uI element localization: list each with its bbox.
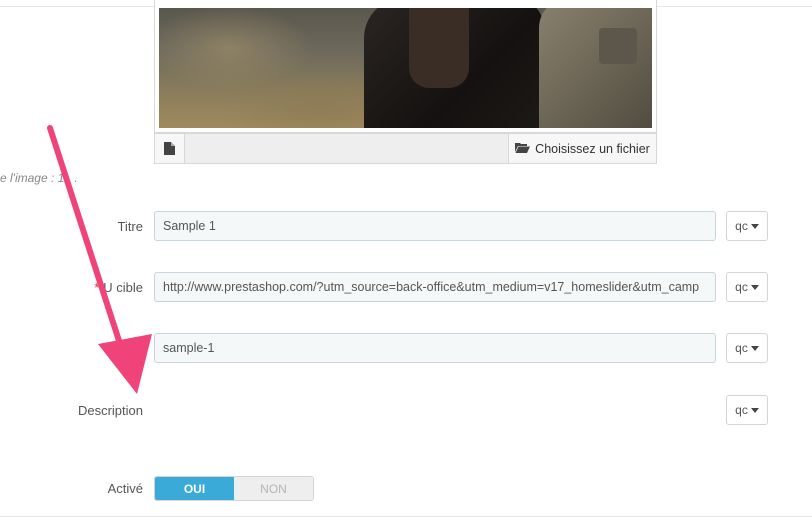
caret-down-icon [750,284,759,290]
caret-down-icon [750,407,759,413]
choose-file-label: Choisissez un fichier [535,141,650,156]
image-figure-right [539,8,652,128]
target-url-label: * U cible [94,280,143,295]
active-yes-option[interactable]: OUI [155,477,234,500]
file-icon [155,134,185,163]
choose-file-button[interactable]: Choisissez un fichier [508,134,656,163]
caption-language-code: qc [735,341,748,355]
target-url-language-code: qc [735,280,748,294]
folder-open-icon [515,142,531,156]
image-size-note: e l'image : 1 . . [0,171,78,185]
title-label: Titre [117,219,143,234]
title-input[interactable]: Sample 1 [154,211,716,241]
caption-input[interactable]: sample-1 [154,333,716,363]
active-label: Activé [107,481,143,496]
caption-language-dropdown[interactable]: qc [726,333,768,363]
title-language-dropdown[interactable]: qc [726,211,768,241]
description-label: Description [77,403,143,418]
active-toggle[interactable]: OUI NON [154,476,314,501]
slide-image-preview [154,0,657,133]
description-language-dropdown[interactable]: qc [726,395,768,425]
active-no-option[interactable]: NON [234,477,313,500]
description-language-code: qc [735,403,748,417]
required-asterisk: * [94,280,100,295]
bottom-divider [0,516,812,517]
target-url-label-text: U cible [103,280,143,295]
target-url-input[interactable]: http://www.prestashop.com/?utm_source=ba… [154,272,716,302]
image-figure-detail [409,8,469,88]
caption-label: Lég l [114,341,143,356]
caret-down-icon [750,223,759,229]
target-url-language-dropdown[interactable]: qc [726,272,768,302]
title-language-code: qc [735,219,748,233]
image-figure-pocket [599,28,637,64]
caret-down-icon [750,345,759,351]
file-upload-field[interactable]: Choisissez un fichier [154,133,657,164]
slide-image [159,8,652,128]
